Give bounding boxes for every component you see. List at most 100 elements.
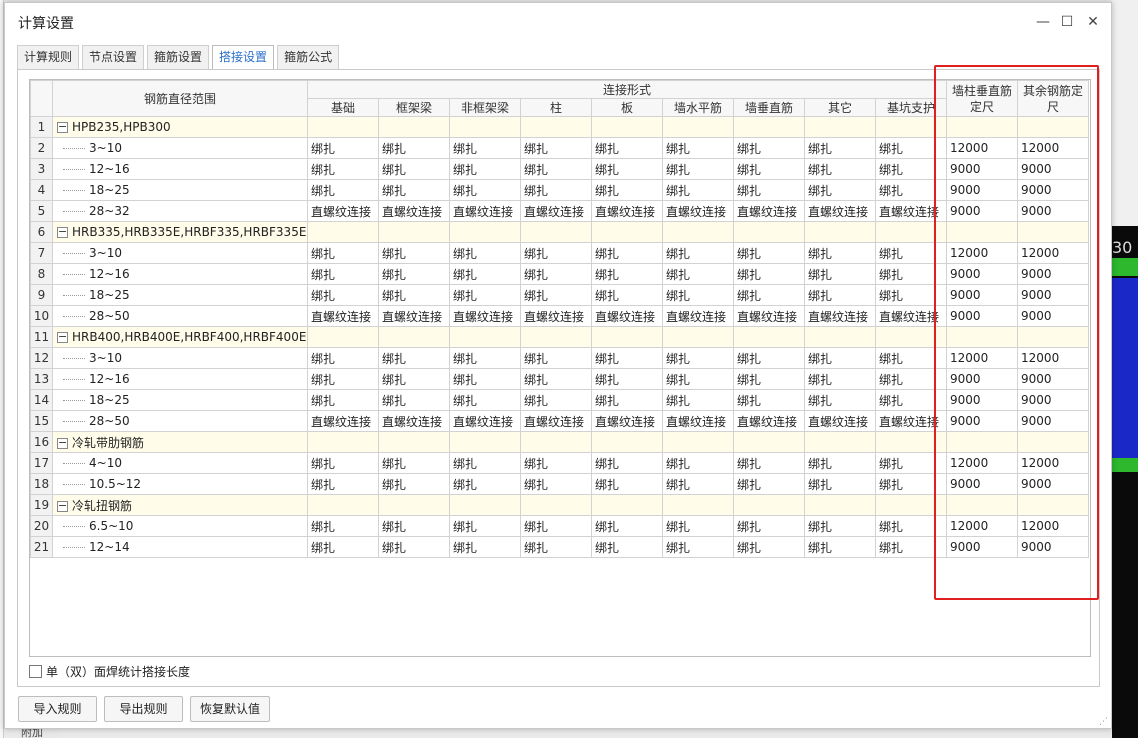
connection-cell[interactable]: [307, 221, 379, 243]
connection-cell[interactable]: 绑扎: [662, 347, 734, 369]
connection-cell[interactable]: 绑扎: [804, 536, 876, 558]
wall-length-cell[interactable]: 9000: [946, 179, 1019, 201]
range-cell[interactable]: 12~16: [52, 368, 308, 390]
weld-lap-checkbox[interactable]: [29, 664, 42, 678]
table-row[interactable]: 10 28~50 直螺纹连接 直螺纹连接 直螺纹连接 直螺纹连接 直螺纹连接 直螺纹连接 直螺纹…: [30, 305, 1090, 327]
connection-cell[interactable]: 绑扎: [874, 347, 948, 369]
connection-cell[interactable]: [662, 494, 734, 516]
connection-cell[interactable]: 绑扎: [662, 473, 734, 495]
connection-cell[interactable]: 直螺纹连接: [804, 410, 876, 432]
wall-length-cell[interactable]: [946, 494, 1019, 516]
range-cell[interactable]: 28~50: [52, 410, 308, 432]
group-label-cell[interactable]: − 冷轧带肋钢筋: [52, 431, 308, 453]
connection-cell[interactable]: 绑扎: [733, 389, 805, 411]
connection-cell[interactable]: 绑扎: [662, 389, 734, 411]
connection-cell[interactable]: 绑扎: [520, 515, 592, 537]
connection-cell[interactable]: [662, 326, 734, 348]
minimize-button[interactable]: —: [1033, 12, 1053, 32]
table-row[interactable]: 13 12~16 绑扎 绑扎 绑扎 绑扎 绑扎 绑扎 绑扎 绑扎 绑扎 9000 9000: [30, 368, 1090, 390]
connection-cell[interactable]: 绑扎: [874, 473, 948, 495]
other-length-cell[interactable]: 12000: [1017, 347, 1090, 369]
connection-cell[interactable]: [591, 326, 663, 348]
other-length-cell[interactable]: 9000: [1017, 305, 1090, 327]
connection-cell[interactable]: [662, 116, 734, 138]
range-cell[interactable]: 12~16: [52, 158, 308, 180]
wall-length-cell[interactable]: 9000: [946, 368, 1019, 390]
connection-cell[interactable]: [378, 494, 450, 516]
range-cell[interactable]: 12~16: [52, 263, 308, 285]
connection-cell[interactable]: 绑扎: [307, 284, 379, 306]
connection-cell[interactable]: 绑扎: [307, 242, 379, 264]
connection-cell[interactable]: 绑扎: [804, 452, 876, 474]
connection-cell[interactable]: [378, 431, 450, 453]
connection-cell[interactable]: 绑扎: [520, 389, 592, 411]
connection-cell[interactable]: 绑扎: [378, 158, 450, 180]
connection-cell[interactable]: 直螺纹连接: [307, 305, 379, 327]
connection-cell[interactable]: 绑扎: [449, 284, 521, 306]
connection-cell[interactable]: [449, 494, 521, 516]
connection-cell[interactable]: [378, 116, 450, 138]
other-length-cell[interactable]: 9000: [1017, 263, 1090, 285]
connection-cell[interactable]: 绑扎: [449, 368, 521, 390]
table-row[interactable]: 20 6.5~10 绑扎 绑扎 绑扎 绑扎 绑扎 绑扎 绑扎 绑扎 绑扎 12000 12000: [30, 515, 1090, 537]
other-length-cell[interactable]: 9000: [1017, 179, 1090, 201]
connection-cell[interactable]: 直螺纹连接: [591, 305, 663, 327]
connection-cell[interactable]: 绑扎: [804, 473, 876, 495]
connection-cell[interactable]: 绑扎: [307, 263, 379, 285]
connection-cell[interactable]: 直螺纹连接: [378, 200, 450, 222]
group-row[interactable]: 16− 冷轧带肋钢筋: [30, 431, 1090, 453]
connection-cell[interactable]: 绑扎: [449, 179, 521, 201]
connection-cell[interactable]: [733, 116, 805, 138]
connection-cell[interactable]: 绑扎: [804, 137, 876, 159]
connection-cell[interactable]: [378, 326, 450, 348]
connection-cell[interactable]: 绑扎: [804, 368, 876, 390]
connection-cell[interactable]: 绑扎: [733, 263, 805, 285]
connection-cell[interactable]: 绑扎: [733, 137, 805, 159]
connection-cell[interactable]: [874, 116, 948, 138]
table-row[interactable]: 17 4~10 绑扎 绑扎 绑扎 绑扎 绑扎 绑扎 绑扎 绑扎 绑扎 12000 12000: [30, 452, 1090, 474]
other-length-cell[interactable]: [1017, 326, 1090, 348]
connection-cell[interactable]: 绑扎: [733, 158, 805, 180]
group-row[interactable]: 11− HRB400,HRB400E,HRBF400,HRBF400E...: [30, 326, 1090, 348]
maximize-button[interactable]: ☐: [1057, 12, 1077, 32]
connection-cell[interactable]: 绑扎: [804, 158, 876, 180]
collapse-icon[interactable]: −: [57, 500, 68, 512]
group-label-cell[interactable]: − HRB335,HRB335E,HRBF335,HRBF335E: [52, 221, 308, 243]
connection-cell[interactable]: [733, 326, 805, 348]
connection-cell[interactable]: 绑扎: [378, 389, 450, 411]
connection-cell[interactable]: [449, 431, 521, 453]
table-row[interactable]: 15 28~50 直螺纹连接 直螺纹连接 直螺纹连接 直螺纹连接 直螺纹连接 直螺纹连接 直螺纹…: [30, 410, 1090, 432]
connection-cell[interactable]: 绑扎: [520, 347, 592, 369]
connection-cell[interactable]: 直螺纹连接: [874, 305, 948, 327]
table-row[interactable]: 14 18~25 绑扎 绑扎 绑扎 绑扎 绑扎 绑扎 绑扎 绑扎 绑扎 9000 9000: [30, 389, 1090, 411]
connection-cell[interactable]: 直螺纹连接: [804, 305, 876, 327]
connection-cell[interactable]: 绑扎: [662, 137, 734, 159]
connection-cell[interactable]: 直螺纹连接: [804, 200, 876, 222]
connection-cell[interactable]: [449, 221, 521, 243]
connection-cell[interactable]: 绑扎: [520, 536, 592, 558]
connection-cell[interactable]: 绑扎: [378, 242, 450, 264]
range-cell[interactable]: 18~25: [52, 389, 308, 411]
connection-cell[interactable]: [662, 221, 734, 243]
connection-cell[interactable]: [591, 494, 663, 516]
connection-cell[interactable]: [874, 221, 948, 243]
wall-length-cell[interactable]: 12000: [946, 452, 1019, 474]
wall-length-cell[interactable]: 9000: [946, 158, 1019, 180]
connection-cell[interactable]: 直螺纹连接: [733, 200, 805, 222]
connection-cell[interactable]: [307, 326, 379, 348]
collapse-icon[interactable]: −: [57, 121, 68, 133]
connection-cell[interactable]: 绑扎: [307, 389, 379, 411]
connection-cell[interactable]: 绑扎: [662, 452, 734, 474]
collapse-icon[interactable]: −: [57, 331, 68, 343]
export-rules-button[interactable]: 导出规则: [104, 696, 183, 722]
connection-cell[interactable]: 绑扎: [733, 284, 805, 306]
table-row[interactable]: 2 3~10 绑扎 绑扎 绑扎 绑扎 绑扎 绑扎 绑扎 绑扎 绑扎 12000 12000: [30, 137, 1090, 159]
table-row[interactable]: 4 18~25 绑扎 绑扎 绑扎 绑扎 绑扎 绑扎 绑扎 绑扎 绑扎 9000 9000: [30, 179, 1090, 201]
connection-cell[interactable]: 绑扎: [591, 473, 663, 495]
range-cell[interactable]: 3~10: [52, 137, 308, 159]
connection-cell[interactable]: 绑扎: [378, 473, 450, 495]
range-cell[interactable]: 10.5~12: [52, 473, 308, 495]
connection-cell[interactable]: 直螺纹连接: [662, 200, 734, 222]
connection-cell[interactable]: 绑扎: [874, 284, 948, 306]
connection-cell[interactable]: 绑扎: [378, 137, 450, 159]
